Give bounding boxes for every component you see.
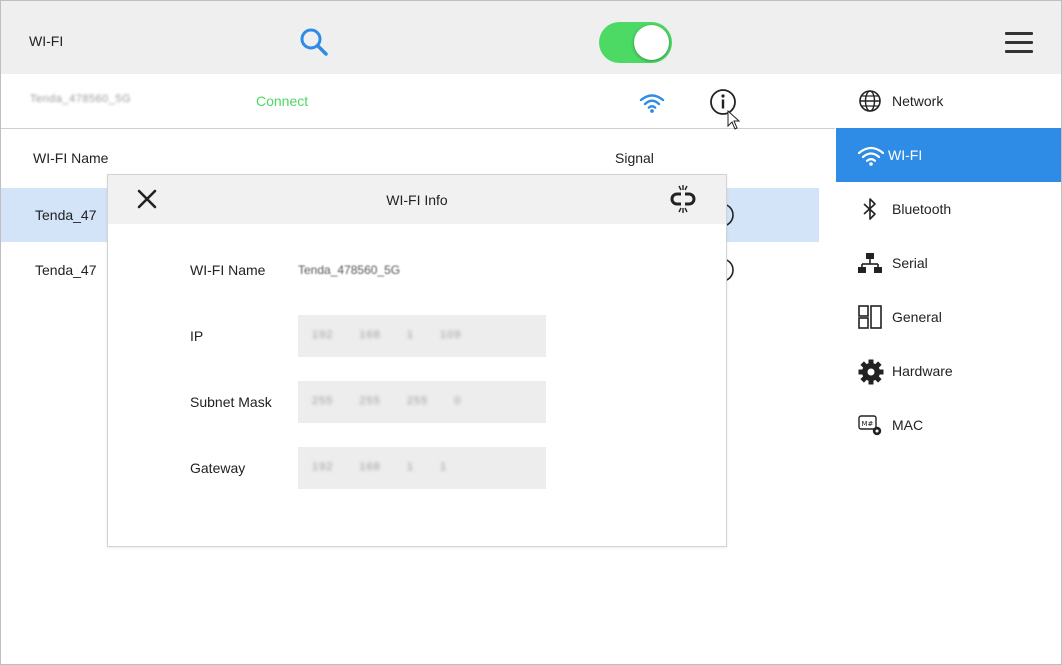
subnet-mask-value: 255 255 255 0 bbox=[312, 395, 462, 407]
sidebar-item-wifi[interactable]: WI-FI bbox=[836, 128, 1061, 182]
hamburger-menu-icon[interactable] bbox=[1005, 32, 1033, 54]
wifi-toggle[interactable] bbox=[599, 22, 672, 63]
sidebar-item-label: General bbox=[892, 309, 942, 325]
sidebar-item-serial[interactable]: Serial bbox=[836, 236, 1061, 290]
settings-sidebar: Network WI-FI Bluetooth Serial General H… bbox=[836, 74, 1061, 664]
serial-network-icon bbox=[858, 251, 882, 275]
sidebar-item-bluetooth[interactable]: Bluetooth bbox=[836, 182, 1061, 236]
sidebar-item-label: Hardware bbox=[892, 363, 953, 379]
gateway-label: Gateway bbox=[190, 460, 246, 476]
dialog-title: WI-FI Info bbox=[386, 192, 448, 208]
sidebar-item-label: Bluetooth bbox=[892, 201, 952, 217]
toggle-knob bbox=[634, 25, 669, 60]
sidebar-item-network[interactable]: Network bbox=[836, 74, 1061, 128]
subnet-mask-label: Subnet Mask bbox=[190, 394, 272, 410]
gateway-value: 192 168 1 1 bbox=[312, 461, 448, 473]
wifi-signal-icon bbox=[639, 92, 665, 114]
gateway-field[interactable]: 192 168 1 1 bbox=[298, 447, 546, 489]
wifi-name-value: Tenda_478560_5G bbox=[298, 263, 401, 277]
wifi-name-label: WI-FI Name bbox=[190, 262, 266, 278]
column-header-signal: Signal bbox=[615, 150, 654, 166]
mac-settings-icon: M# bbox=[858, 413, 882, 437]
network-name-cell: Tenda_47 bbox=[35, 207, 97, 223]
ip-field[interactable]: 192 168 1 109 bbox=[298, 315, 546, 357]
wifi-icon bbox=[857, 143, 885, 167]
wifi-info-dialog: WI-FI Info WI-FI Name Tenda_478560_5G IP… bbox=[107, 174, 727, 547]
dialog-header: WI-FI Info bbox=[108, 175, 726, 224]
mouse-cursor-icon bbox=[727, 109, 741, 130]
globe-icon bbox=[858, 89, 882, 113]
search-icon[interactable] bbox=[297, 25, 331, 59]
ip-label: IP bbox=[190, 328, 204, 344]
bluetooth-icon bbox=[858, 197, 882, 221]
sidebar-item-hardware[interactable]: Hardware bbox=[836, 344, 1061, 398]
ip-value: 192 168 1 109 bbox=[312, 329, 462, 341]
unlink-icon[interactable] bbox=[668, 184, 698, 214]
connected-network-row: Tenda_478560_5G Connect bbox=[1, 74, 835, 129]
svg-text:M#: M# bbox=[862, 420, 874, 428]
connection-status: Connect bbox=[256, 93, 309, 109]
top-bar: WI-FI bbox=[1, 1, 1061, 74]
layout-grid-icon bbox=[858, 305, 882, 329]
network-name-cell: Tenda_47 bbox=[35, 262, 97, 278]
column-header-name: WI-FI Name bbox=[33, 150, 109, 166]
subnet-mask-field[interactable]: 255 255 255 0 bbox=[298, 381, 546, 423]
page-title: WI-FI bbox=[29, 33, 64, 49]
sidebar-item-mac[interactable]: M# MAC bbox=[836, 398, 1061, 452]
gear-icon bbox=[858, 359, 884, 385]
sidebar-item-general[interactable]: General bbox=[836, 290, 1061, 344]
sidebar-item-label: Network bbox=[892, 93, 944, 109]
sidebar-item-label: MAC bbox=[892, 417, 924, 433]
sidebar-item-label: WI-FI bbox=[888, 147, 923, 163]
sidebar-item-label: Serial bbox=[892, 255, 928, 271]
connected-network-name: Tenda_478560_5G bbox=[30, 93, 132, 105]
